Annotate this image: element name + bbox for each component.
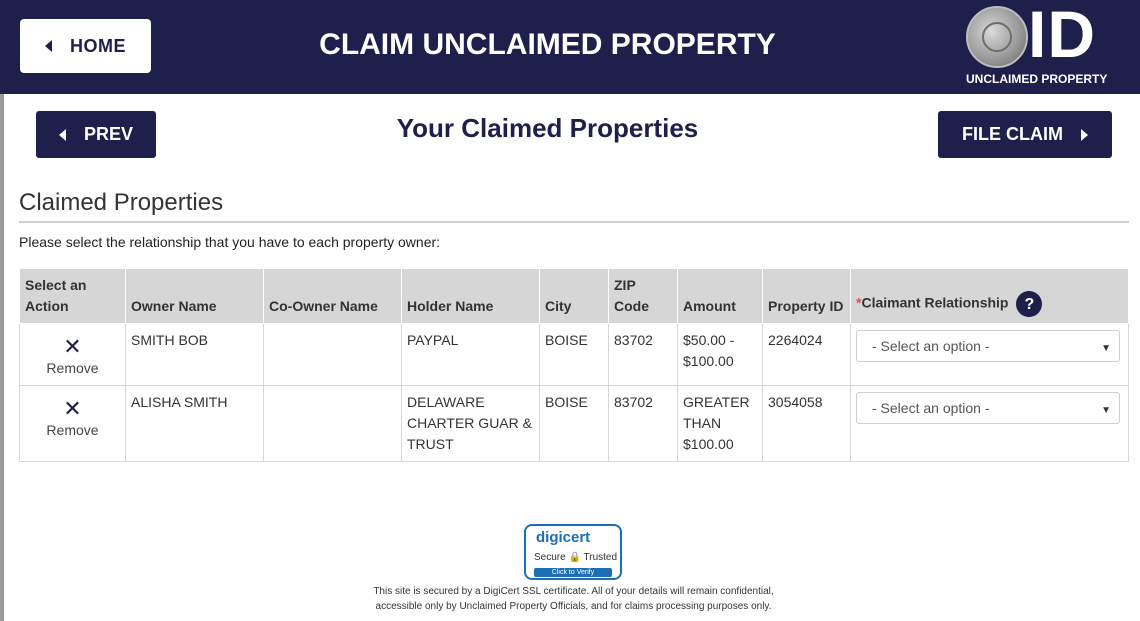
state-seal-icon	[966, 6, 1028, 68]
security-note-line: accessible only by Unclaimed Property Of…	[375, 601, 772, 612]
remove-button[interactable]: Remove	[25, 420, 120, 441]
site-title: CLAIM UNCLAIMED PROPERTY	[319, 28, 776, 61]
close-icon[interactable]: ✕	[25, 398, 120, 420]
header-property-id: Property ID	[762, 268, 851, 324]
security-note: This site is secured by a DigiCert SSL c…	[0, 584, 1140, 614]
digicert-secure-text: Secure 🔒 Trusted	[534, 552, 618, 563]
site-header: HOME CLAIM UNCLAIMED PROPERTY ID UNCLAIM…	[0, 0, 1140, 94]
digicert-seal[interactable]: digicert Secure 🔒 Trusted Click to Verif…	[524, 524, 622, 580]
property-id-cell: 3054058	[762, 385, 851, 462]
header-claimant-relationship-label: Claimant Relationship	[861, 294, 1009, 311]
section-divider	[19, 221, 1129, 223]
section-title: Claimed Properties	[19, 189, 224, 216]
table-row: ✕ Remove SMITH BOB PAYPAL BOISE 83702 $5…	[19, 323, 1129, 386]
chevron-down-icon: ▼	[1101, 405, 1111, 416]
table-header-row: Select an Action Owner Name Co-Owner Nam…	[19, 268, 1129, 324]
header-city: City	[539, 268, 609, 324]
amount-cell: GREATER THAN $100.00	[677, 385, 763, 462]
action-cell: ✕ Remove	[19, 385, 126, 462]
digicert-brand: digicert	[536, 529, 591, 546]
chevron-down-icon: ▼	[1101, 343, 1111, 354]
header-claimant-relationship: *Claimant Relationship ?	[850, 268, 1129, 324]
caret-right-icon	[1081, 128, 1088, 141]
co-owner-name-cell	[263, 323, 402, 386]
instruction-text: Please select the relationship that you …	[19, 234, 441, 250]
action-cell: ✕ Remove	[19, 323, 126, 386]
page-title: Your Claimed Properties	[396, 113, 699, 143]
logo-mark: ID	[1028, 0, 1096, 71]
header-co-owner-name: Co-Owner Name	[263, 268, 402, 324]
claimant-relationship-select[interactable]: - Select an option - ▼	[856, 330, 1120, 362]
property-id-cell: 2264024	[762, 323, 851, 386]
select-value: - Select an option -	[872, 399, 990, 416]
relationship-cell: - Select an option - ▼	[850, 323, 1129, 386]
header-action: Select an Action	[19, 268, 126, 324]
holder-name-cell: DELAWARE CHARTER GUAR & TRUST	[401, 385, 540, 462]
header-zip-code: ZIP Code	[608, 268, 678, 324]
owner-name-cell: ALISHA SMITH	[125, 385, 264, 462]
header-amount: Amount	[677, 268, 763, 324]
amount-cell: $50.00 - $100.00	[677, 323, 763, 386]
select-value: - Select an option -	[872, 337, 990, 354]
co-owner-name-cell	[263, 385, 402, 462]
relationship-cell: - Select an option - ▼	[850, 385, 1129, 462]
file-claim-button[interactable]: FILE CLAIM	[938, 111, 1112, 158]
remove-button[interactable]: Remove	[25, 358, 120, 379]
header-owner-name: Owner Name	[125, 268, 264, 324]
owner-name-cell: SMITH BOB	[125, 323, 264, 386]
content-left-border	[0, 94, 4, 621]
security-note-line: This site is secured by a DigiCert SSL c…	[373, 586, 774, 597]
file-claim-button-label: FILE CLAIM	[962, 124, 1063, 144]
table-row: ✕ Remove ALISHA SMITH DELAWARE CHARTER G…	[19, 385, 1129, 462]
close-icon[interactable]: ✕	[25, 336, 120, 358]
digicert-verify-link[interactable]: Click to Verify	[534, 568, 612, 577]
claimed-properties-table: Select an Action Owner Name Co-Owner Nam…	[19, 268, 1129, 462]
city-cell: BOISE	[539, 323, 609, 386]
logo-subtitle: UNCLAIMED PROPERTY	[966, 72, 1108, 86]
unclaimed-property-logo: ID UNCLAIMED PROPERTY	[962, 0, 1118, 90]
holder-name-cell: PAYPAL	[401, 323, 540, 386]
zip-code-cell: 83702	[608, 323, 678, 386]
zip-code-cell: 83702	[608, 385, 678, 462]
claimant-relationship-select[interactable]: - Select an option - ▼	[856, 392, 1120, 424]
help-icon[interactable]: ?	[1016, 291, 1043, 317]
city-cell: BOISE	[539, 385, 609, 462]
header-holder-name: Holder Name	[401, 268, 540, 324]
